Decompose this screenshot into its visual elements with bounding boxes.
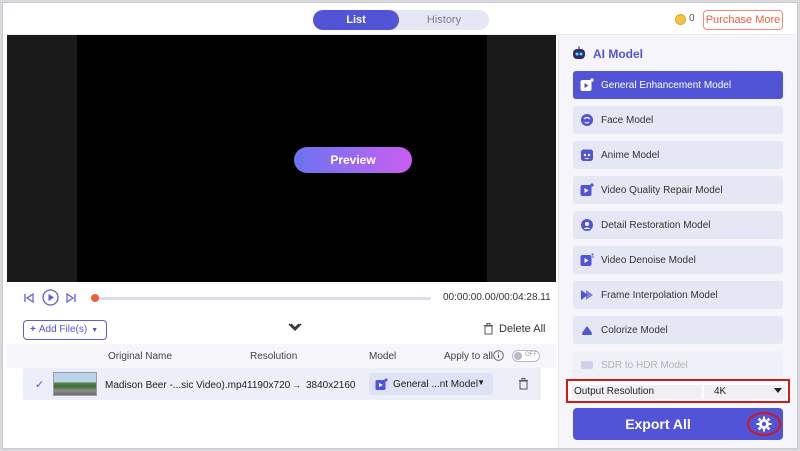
- add-files-label: Add File(s): [38, 324, 88, 335]
- denoise-icon: [580, 253, 594, 267]
- anime-icon: [580, 148, 594, 162]
- model-sdr-to-hdr[interactable]: SDR to HDR Model: [573, 351, 783, 379]
- model-label: General Enhancement Model: [601, 80, 732, 91]
- model-label: SDR to HDR Model: [601, 360, 688, 371]
- output-resolution-select[interactable]: 4K: [704, 385, 786, 399]
- column-model: Model: [369, 351, 397, 362]
- resolution-to: 3840x2160: [306, 380, 356, 391]
- model-video-quality-repair[interactable]: Video Quality Repair Model: [573, 176, 783, 204]
- model-video-denoise[interactable]: Video Denoise Model: [573, 246, 783, 274]
- play-icon[interactable]: [42, 289, 59, 309]
- column-resolution: Resolution: [250, 351, 298, 362]
- coin-count: 0: [689, 13, 695, 24]
- export-all-label: Export All: [625, 416, 691, 432]
- next-icon[interactable]: [65, 292, 77, 307]
- previous-icon[interactable]: [23, 292, 35, 307]
- delete-all-button[interactable]: Delete All: [499, 323, 545, 335]
- video-frame: Preview: [77, 35, 487, 282]
- model-label: Face Model: [601, 115, 654, 126]
- row-model-select[interactable]: General ...nt Model ▼: [369, 373, 493, 395]
- toggle-knob: [514, 352, 522, 360]
- list-empty-space: [7, 400, 556, 448]
- model-label: Colorize Model: [601, 325, 668, 336]
- output-resolution-value: 4K: [714, 386, 727, 397]
- caret-down-icon: ▼: [477, 378, 485, 387]
- row-trash-icon[interactable]: [518, 378, 529, 393]
- output-resolution-label: Output Resolution: [572, 385, 702, 399]
- model-general-enhancement[interactable]: General Enhancement Model: [573, 71, 783, 99]
- detail-icon: [580, 218, 594, 232]
- ai-model-title: AI Model: [593, 47, 643, 61]
- arrow-right-icon: →: [292, 380, 301, 390]
- purchase-more-button[interactable]: Purchase More: [703, 10, 783, 30]
- tab-history[interactable]: History: [401, 10, 487, 30]
- export-all-button[interactable]: Export All: [573, 408, 783, 440]
- ai-model-panel: AI Model General Enhancement Model Face …: [558, 35, 797, 448]
- model-face[interactable]: Face Model: [573, 106, 783, 134]
- tab-list[interactable]: List: [313, 10, 399, 30]
- coin-icon: [675, 14, 686, 25]
- column-apply-to-all: Apply to all: [444, 351, 493, 362]
- toggle-state-label: OFF: [525, 352, 537, 358]
- model-label: Detail Restoration Model: [601, 220, 711, 231]
- model-detail-restoration[interactable]: Detail Restoration Model: [573, 211, 783, 239]
- model-anime[interactable]: Anime Model: [573, 141, 783, 169]
- row-model-name: General ...nt Model: [393, 379, 479, 390]
- file-toolbar: + Add File(s) ▼ Delete All: [7, 314, 556, 344]
- model-colorize[interactable]: Colorize Model: [573, 316, 783, 344]
- top-bar: List History 0 Purchase More: [3, 3, 797, 35]
- model-label: Video Denoise Model: [601, 255, 696, 266]
- video-star-icon: [580, 78, 594, 92]
- model-label: Anime Model: [601, 150, 660, 161]
- hdr-icon: [580, 358, 594, 372]
- table-header: Original Name Resolution Model Apply to …: [7, 344, 556, 368]
- apply-to-all-toggle[interactable]: OFF: [512, 350, 540, 362]
- model-frame-interpolation[interactable]: Frame Interpolation Model: [573, 281, 783, 309]
- video-thumbnail: [53, 372, 97, 396]
- add-files-button[interactable]: + Add File(s) ▼: [23, 320, 107, 340]
- caret-down-icon: ▼: [91, 327, 99, 334]
- info-icon[interactable]: [493, 350, 504, 364]
- model-label: Video Quality Repair Model: [601, 185, 723, 196]
- gear-icon[interactable]: [756, 416, 772, 435]
- face-icon: [580, 113, 594, 127]
- file-name: Madison Beer -...sic Video).mp4: [105, 380, 248, 391]
- colorize-icon: [580, 323, 594, 337]
- collapse-icon[interactable]: [288, 323, 302, 336]
- progress-handle[interactable]: [91, 294, 99, 302]
- playback-controls: 00:00:00.00/00:04:28.11: [7, 282, 556, 314]
- time-readout: 00:00:00.00/00:04:28.11: [443, 292, 551, 303]
- progress-track[interactable]: [95, 297, 431, 300]
- video-star-icon: [375, 378, 388, 394]
- app-window: List History 0 Purchase More Preview 00:…: [2, 2, 798, 449]
- robot-icon: [571, 46, 587, 63]
- trash-icon[interactable]: [483, 323, 494, 338]
- view-tabs: List History: [313, 10, 489, 30]
- video-preview-area: Preview: [7, 35, 556, 282]
- frame-icon: [580, 288, 594, 302]
- table-row[interactable]: ✓ Madison Beer -...sic Video).mp4 1190x7…: [23, 368, 541, 400]
- plus-icon: +: [30, 324, 36, 335]
- caret-down-icon: [774, 388, 782, 393]
- video-star-icon: [580, 183, 594, 197]
- resolution-from: 1190x720: [247, 380, 291, 391]
- column-original-name: Original Name: [108, 351, 172, 362]
- output-resolution-row: Output Resolution 4K: [566, 379, 790, 403]
- preview-button[interactable]: Preview: [294, 147, 412, 173]
- checkmark-icon[interactable]: ✓: [35, 378, 44, 391]
- model-label: Frame Interpolation Model: [601, 290, 718, 301]
